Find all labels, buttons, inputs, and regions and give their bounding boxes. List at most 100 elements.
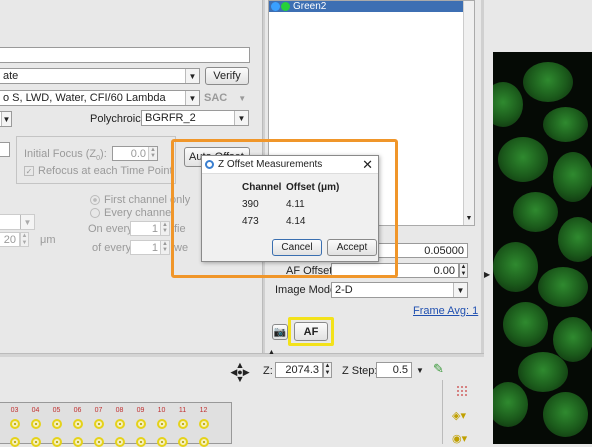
plate-wells — [4, 419, 214, 429]
on-every-input[interactable]: 1 ▲ ▼ — [130, 221, 170, 236]
z-step-spinner-icon[interactable]: ▼ — [412, 362, 428, 378]
well-circle-icon — [177, 437, 188, 447]
plate-column-label: 05 — [52, 407, 61, 414]
every-channel-radio[interactable]: Every channel — [90, 207, 174, 219]
checkbox-checked-icon: ✓ — [24, 166, 34, 176]
of-every-input[interactable]: 1 ▲ ▼ — [130, 240, 170, 255]
settings-icon[interactable]: ◉▾ — [452, 432, 467, 445]
initial-focus-input[interactable]: 0.0 ▲ ▼ — [112, 146, 158, 161]
plate-column-label: 06 — [73, 407, 82, 414]
chevron-down-icon: ▼ — [185, 69, 199, 83]
nav-arrows-icon[interactable]: ▲ ◀●▶ ▼ — [228, 361, 252, 384]
objective-combo[interactable]: o S, LWD, Water, CFI/60 Lambda ▼ — [0, 90, 200, 106]
row-channel: 473 — [242, 216, 259, 227]
row-offset: 4.14 — [286, 216, 306, 227]
plate-well[interactable] — [46, 437, 67, 447]
refocus-label: Refocus at each Time Point — [38, 165, 173, 177]
plate-well[interactable] — [25, 419, 46, 429]
image-mode-combo[interactable]: 2-D ▼ — [331, 282, 468, 298]
chevron-down-icon: ▼ — [453, 283, 467, 297]
polychroic-label: Polychroic: — [90, 113, 144, 125]
af-button[interactable]: AF — [294, 322, 328, 341]
plate-well[interactable] — [172, 437, 193, 447]
z-label: Z: — [263, 365, 273, 377]
plate-well[interactable] — [151, 437, 172, 447]
row-offset: 4.11 — [286, 199, 305, 210]
plate-well[interactable] — [193, 419, 214, 429]
close-icon[interactable]: ✕ — [362, 157, 373, 173]
right-splitter-handle[interactable]: ▶ — [484, 270, 490, 284]
polychroic-combo[interactable]: BGRFR_2 ▼ — [141, 110, 249, 126]
plate-column-label: 09 — [136, 407, 145, 414]
plate-well[interactable] — [88, 437, 109, 447]
well-circle-icon — [198, 419, 209, 429]
well-circle-icon — [135, 437, 146, 447]
plate-well[interactable] — [109, 419, 130, 429]
cell — [513, 192, 558, 232]
state-combo[interactable]: ate ▼ — [0, 68, 200, 84]
plate-well[interactable] — [4, 419, 25, 429]
cell — [543, 392, 588, 437]
well-circle-icon — [93, 419, 104, 429]
frame-avg-link[interactable]: Frame Avg: 1 — [413, 305, 478, 317]
z-value: 2074.3 — [285, 364, 319, 376]
splitter-handle-icon[interactable]: ▲ — [268, 349, 275, 356]
z-offset-dialog: Z Offset Measurements ✕ Channel Offset (… — [201, 155, 379, 262]
af-offset-value: 0.00 — [433, 264, 455, 277]
range-input[interactable]: 20 — [0, 232, 20, 247]
z-step-input[interactable]: 0.5 — [376, 362, 412, 378]
plate-well[interactable] — [88, 419, 109, 429]
grid-icon[interactable] — [456, 385, 468, 397]
cell — [493, 82, 523, 127]
accept-button[interactable]: Accept — [327, 239, 377, 256]
af-mode-combo[interactable] — [0, 142, 10, 157]
refocus-checkbox[interactable]: ✓ Refocus at each Time Point — [24, 165, 173, 177]
cell — [518, 352, 568, 392]
z-spinner-icon[interactable]: ▲ ▼ — [323, 362, 332, 378]
verify-button[interactable]: Verify — [205, 67, 249, 85]
cell — [553, 317, 592, 362]
well-circle-icon — [93, 437, 104, 447]
radio-selected-icon — [90, 195, 100, 205]
af-offset-spinner-icon[interactable]: ▲ ▼ — [459, 263, 468, 278]
spinner-icon[interactable]: ▲ ▼ — [148, 147, 157, 160]
well-circle-icon — [30, 419, 41, 429]
spinner-icon[interactable]: ▲ ▼ — [160, 241, 169, 254]
plate-well[interactable] — [130, 437, 151, 447]
plate-well[interactable] — [130, 419, 151, 429]
z-input[interactable]: 2074.3 — [275, 362, 323, 378]
plate-well[interactable] — [151, 419, 172, 429]
scrollbar[interactable]: ▼ — [463, 1, 474, 225]
well-circle-icon — [51, 437, 62, 447]
list-item[interactable]: Green2 — [269, 1, 474, 12]
well-circle-icon — [72, 419, 83, 429]
spinner-icon[interactable]: ▲ ▼ — [160, 222, 169, 235]
plate-well[interactable] — [109, 437, 130, 447]
initial-focus-text: Initial Focus (Z — [24, 148, 97, 160]
add-well-icon[interactable]: ◈▾ — [452, 409, 466, 422]
initial-focus-label: Initial Focus (Z0): — [24, 148, 107, 162]
plate-well[interactable] — [4, 437, 25, 447]
pencil-icon[interactable]: ✎ — [433, 361, 444, 377]
well-circle-icon — [51, 419, 62, 429]
horizontal-splitter[interactable] — [0, 353, 484, 357]
plate-well[interactable] — [67, 419, 88, 429]
camera-icon[interactable]: 📷 — [272, 324, 288, 340]
plate-well[interactable] — [25, 437, 46, 447]
plate-well[interactable] — [193, 437, 214, 447]
sac-combo[interactable]: SAC ▼ — [204, 92, 250, 104]
range-spinner-icon[interactable]: ▲ ▼ — [20, 232, 29, 247]
plate-view[interactable]: 03 04 05 06 07 08 09 10 11 12 — [0, 402, 232, 447]
plate-well[interactable] — [67, 437, 88, 447]
left-small-combo[interactable]: ▼ — [0, 111, 12, 127]
channel-combo[interactable]: ▼ — [0, 214, 35, 230]
right-divider — [481, 0, 484, 354]
scroll-down-icon[interactable]: ▼ — [464, 215, 474, 225]
cancel-button[interactable]: Cancel — [272, 239, 322, 256]
plate-well[interactable] — [172, 419, 193, 429]
plate-well[interactable] — [46, 419, 67, 429]
dialog-title: Z Offset Measurements — [218, 159, 323, 170]
initial-focus-suffix: ): — [100, 148, 107, 160]
name-input[interactable] — [0, 47, 250, 63]
well-circle-icon — [9, 437, 20, 447]
